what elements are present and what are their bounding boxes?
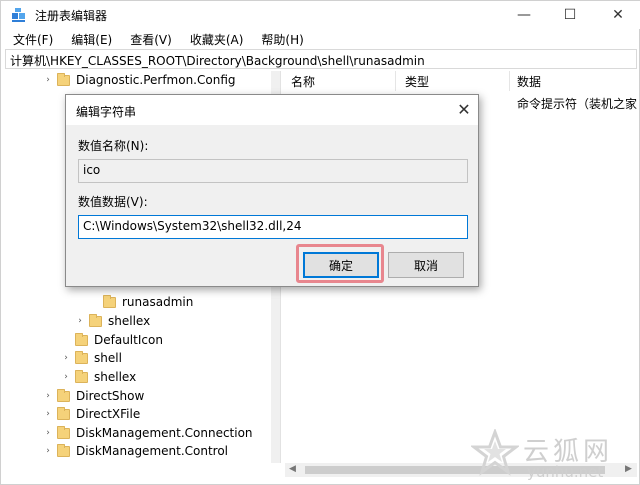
tree-item[interactable]: › Diagnostic.Perfmon.Config [43,71,236,89]
menu-file[interactable]: 文件(F) [1,29,59,49]
tree-item-label: DefaultIcon [94,333,163,347]
registry-editor-window: 注册表编辑器 — ☐ ✕ 文件(F) 编辑(E) 查看(V) 收藏夹(A) 帮助… [0,0,640,485]
folder-icon [57,388,70,402]
title-bar: 注册表编辑器 — ☐ ✕ [1,1,640,29]
registry-editor-icon [12,8,25,22]
folder-icon [57,443,70,457]
menu-edit[interactable]: 编辑(E) [59,29,118,49]
folder-icon [75,332,88,346]
expand-arrow-icon[interactable]: › [75,316,85,326]
value-data-input[interactable]: C:\Windows\System32\shell32.dll,24 [78,215,468,239]
tree-item[interactable]: › shell [61,349,122,367]
tree-item-label: shellex [94,370,137,384]
folder-icon [57,425,70,439]
expand-arrow-icon[interactable]: › [61,353,71,363]
dialog-close-button[interactable]: ✕ [452,97,476,121]
value-data-label: 数值数据(V): [78,195,148,209]
tree-item[interactable]: › DiskManagement.Control [43,442,228,460]
column-header-name[interactable]: 名称 [291,73,315,90]
dialog-title: 编辑字符串 [76,105,137,119]
column-divider[interactable] [509,71,510,91]
cancel-button[interactable]: 取消 [388,252,464,278]
maximize-button[interactable]: ☐ [547,1,593,29]
folder-icon [75,350,88,364]
column-header-data[interactable]: 数据 [517,73,541,90]
tree-item[interactable]: › DirectXFile [43,405,140,423]
list-cell-data[interactable]: 命令提示符（装机之家） [517,95,637,112]
watermark: 云狐网 yunhu.net [471,425,640,485]
watermark-domain: yunhu.net [527,463,604,481]
scroll-left-icon[interactable]: ◀ [289,464,296,474]
expand-arrow-icon[interactable]: › [43,446,53,456]
tree-item[interactable]: DefaultIcon [61,331,163,349]
tree-item-label: shellex [108,314,151,328]
menu-favorites[interactable]: 收藏夹(A) [178,29,250,49]
column-header-type[interactable]: 类型 [405,73,429,90]
folder-icon [103,294,116,308]
value-name-label: 数值名称(N): [78,139,149,153]
expand-arrow-icon[interactable]: › [61,372,71,382]
tree-item-label: DiskManagement.Connection [76,426,253,440]
folder-icon [89,313,102,327]
menu-view[interactable]: 查看(V) [118,29,178,49]
tree-item-label: DirectXFile [76,407,141,421]
tree-item-label: DirectShow [76,389,145,403]
folder-icon [75,369,88,383]
minimize-button[interactable]: — [501,1,547,29]
folder-icon [57,406,70,420]
tree-item[interactable]: › DiskManagement.Connection [43,424,253,442]
close-button[interactable]: ✕ [595,1,640,29]
star-logo-icon [471,429,519,476]
tree-item[interactable]: › shellex [61,368,136,386]
expand-arrow-icon[interactable]: › [43,428,53,438]
window-title: 注册表编辑器 [35,9,108,23]
tree-item-selected[interactable]: runasadmin [89,293,193,311]
tree-item-label: shell [94,351,122,365]
tree-item-label: runasadmin [122,295,194,309]
address-bar[interactable]: 计算机\HKEY_CLASSES_ROOT\Directory\Backgrou… [5,49,637,69]
expand-arrow-icon[interactable]: › [43,75,53,85]
edit-string-dialog: 编辑字符串 ✕ 数值名称(N): ico 数值数据(V): C:\Windows… [65,94,479,287]
tree-item[interactable]: › DirectShow [43,387,144,405]
column-divider[interactable] [395,71,396,91]
tree-item-label: DiskManagement.Control [76,444,229,458]
ok-button-highlight [296,244,384,283]
value-name-field: ico [78,159,468,183]
menu-bar: 文件(F) 编辑(E) 查看(V) 收藏夹(A) 帮助(H) [1,29,640,49]
expand-arrow-icon[interactable]: › [43,391,53,401]
tree-item-label: Diagnostic.Perfmon.Config [76,73,236,87]
tree-item[interactable]: › shellex [75,312,150,330]
menu-help[interactable]: 帮助(H) [249,29,309,49]
folder-icon [57,72,70,86]
dialog-body: 数值名称(N): ico 数值数据(V): C:\Windows\System3… [66,125,478,286]
expand-arrow-icon[interactable]: › [43,409,53,419]
